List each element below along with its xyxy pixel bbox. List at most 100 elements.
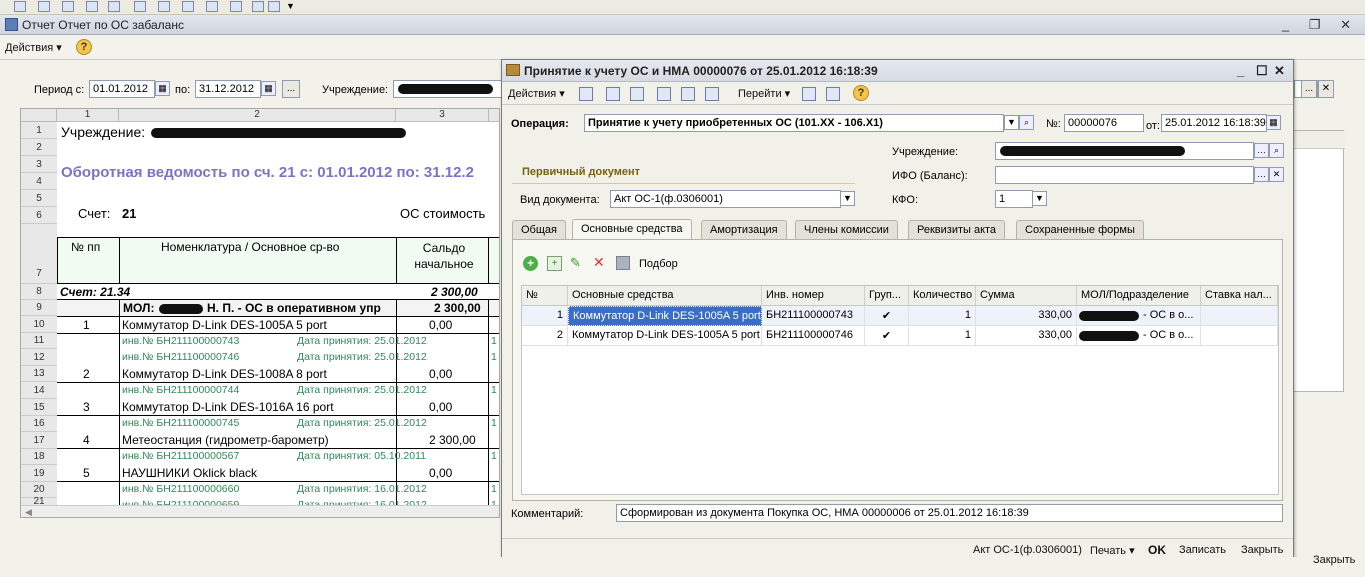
cell-tax-rate[interactable] <box>1201 306 1278 326</box>
cell-inventory-number[interactable]: БН211100000743 <box>762 306 865 326</box>
cell-sum[interactable]: 330,00 <box>976 326 1077 346</box>
calendar-icon[interactable]: ▦ <box>261 81 276 96</box>
delete-icon[interactable]: ✕ <box>593 254 605 271</box>
search-icon[interactable]: ⌕ <box>1019 115 1034 130</box>
ok-button[interactable]: OK <box>1148 543 1166 557</box>
column-header[interactable]: Груп... <box>865 286 909 306</box>
column-header[interactable]: № <box>522 286 568 306</box>
cell-tax-rate[interactable] <box>1201 326 1278 346</box>
copy-row-icon[interactable]: + <box>547 256 562 271</box>
copy-icon[interactable] <box>630 87 644 101</box>
refresh-icon[interactable] <box>606 87 620 101</box>
cell-inventory-number[interactable]: БН211100000746 <box>762 326 865 346</box>
cell-number[interactable]: 1 <box>522 306 568 326</box>
calendar-icon[interactable]: ▦ <box>155 81 170 96</box>
print-menu[interactable]: Печать ▾ <box>1090 544 1135 557</box>
select-icon[interactable]: … <box>1254 143 1269 158</box>
report-close-button[interactable]: Закрыть <box>1313 554 1355 566</box>
cell-sum[interactable]: 330,00 <box>976 306 1077 326</box>
report-spreadsheet[interactable]: 1 2 3 1 2 3 4 5 6 7 8 9 10 11 12 13 14 15 16 17 18 19 20 21 … <box>20 108 500 518</box>
chevron-down-icon[interactable]: ▼ <box>840 191 855 206</box>
print-form-link[interactable]: Акт ОС-1(ф.0306001) <box>973 544 1082 556</box>
cell-number[interactable]: 2 <box>522 326 568 346</box>
chevron-down-icon[interactable]: ▼ <box>1032 191 1047 206</box>
post-icon[interactable] <box>579 87 593 101</box>
close-dialog-button[interactable]: ✕ <box>1274 63 1285 79</box>
cell-asset-name[interactable]: Коммутатор D-Link DES-1005A 5 port <box>568 306 762 326</box>
close-button[interactable]: Закрыть <box>1241 544 1283 556</box>
period-from-field[interactable]: 01.01.2012 <box>89 80 155 98</box>
cell-group-checkbox[interactable]: ✔ <box>865 326 909 346</box>
table-icon[interactable] <box>230 1 242 12</box>
period-select-button[interactable]: ... <box>282 80 300 98</box>
tab-act-details[interactable]: Реквизиты акта <box>908 220 1006 239</box>
save-button[interactable]: Записать <box>1179 544 1226 556</box>
report-icon[interactable] <box>14 1 26 12</box>
institution-select-button[interactable]: ... <box>1301 80 1317 98</box>
tab-depreciation[interactable]: Амортизация <box>701 220 787 239</box>
document-icon[interactable] <box>62 1 74 12</box>
ledger-icon[interactable] <box>681 87 695 101</box>
kfo-field[interactable]: 1 <box>995 190 1033 208</box>
column-header[interactable]: Количество <box>909 286 976 306</box>
dropdown-arrow-icon[interactable]: ▼ <box>286 1 295 11</box>
cell-mol[interactable]: - ОС в о... <box>1077 326 1201 346</box>
chevron-down-icon[interactable]: ▼ <box>1004 115 1019 130</box>
goto-menu[interactable]: Перейти ▾ <box>738 87 790 100</box>
ifo-field[interactable] <box>995 166 1254 184</box>
maximize-button[interactable]: ☐ <box>1256 63 1268 79</box>
window-controls[interactable]: _ ❐ ✕ <box>1282 17 1359 33</box>
horizontal-scrollbar[interactable]: ◀ <box>21 505 499 517</box>
document-icon[interactable] <box>86 1 98 12</box>
institution-field[interactable] <box>393 80 503 98</box>
select-icon[interactable]: … <box>1254 167 1269 182</box>
list-icon[interactable] <box>158 1 170 12</box>
tab-fixed-assets[interactable]: Основные средства <box>572 219 692 240</box>
doc-type-field[interactable]: Акт ОС-1(ф.0306001) <box>610 190 841 208</box>
spelling-icon[interactable] <box>802 87 816 101</box>
help-icon[interactable]: ? <box>76 39 92 55</box>
cell-quantity[interactable]: 1 <box>909 326 976 346</box>
tab-commission[interactable]: Члены комиссии <box>795 220 898 239</box>
dialog-actions-menu[interactable]: Действия ▾ <box>508 87 565 100</box>
cell-asset-name[interactable]: Коммутатор D-Link DES-1005A 5 port <box>568 326 762 346</box>
document-structure-icon[interactable] <box>657 87 671 101</box>
table-icon[interactable] <box>206 1 218 12</box>
institution-field[interactable] <box>995 142 1254 160</box>
scroll-left-icon[interactable]: ◀ <box>25 507 32 517</box>
number-field[interactable]: 00000076 <box>1064 114 1144 132</box>
grid-icon[interactable] <box>108 1 120 12</box>
add-icon[interactable]: + <box>523 256 538 271</box>
cell-mol[interactable]: - ОС в о... <box>1077 306 1201 326</box>
based-on-icon[interactable] <box>705 87 719 101</box>
column-header[interactable]: Ставка нал... <box>1201 286 1278 306</box>
table-icon[interactable] <box>252 1 264 12</box>
calendar-icon[interactable]: ▦ <box>1266 115 1281 130</box>
selection-button[interactable]: Подбор <box>639 258 678 270</box>
edit-icon[interactable]: ✎ <box>570 255 581 271</box>
clear-icon[interactable]: ✕ <box>1269 167 1284 182</box>
report-icon[interactable] <box>38 1 50 12</box>
help-icon[interactable]: ? <box>853 85 869 101</box>
checker-icon[interactable] <box>268 1 280 12</box>
column-header[interactable]: МОЛ/Подразделение <box>1077 286 1201 306</box>
journal-icon[interactable] <box>826 87 840 101</box>
list-icon[interactable] <box>134 1 146 12</box>
fixed-assets-grid[interactable]: № Основные средства Инв. номер Груп... К… <box>521 285 1279 495</box>
list-icon[interactable] <box>182 1 194 12</box>
minimize-button[interactable]: _ <box>1237 63 1244 78</box>
column-header[interactable]: Инв. номер <box>762 286 865 306</box>
institution-clear-icon[interactable]: ✕ <box>1318 80 1334 98</box>
post-icon[interactable] <box>616 256 630 270</box>
cell-group-checkbox[interactable]: ✔ <box>865 306 909 326</box>
operation-field[interactable]: Принятие к учету приобретенных ОС (101.Х… <box>584 114 1004 132</box>
actions-menu[interactable]: Действия ▾ <box>5 41 62 54</box>
column-header[interactable]: Основные средства <box>568 286 762 306</box>
tab-saved-forms[interactable]: Сохраненные формы <box>1016 220 1144 239</box>
date-field[interactable]: 25.01.2012 16:18:39 <box>1161 114 1267 132</box>
cell-quantity[interactable]: 1 <box>909 306 976 326</box>
column-header[interactable]: Сумма <box>976 286 1077 306</box>
tab-general[interactable]: Общая <box>512 220 566 239</box>
comment-field[interactable]: Сформирован из документа Покупка ОС, НМА… <box>616 504 1283 522</box>
period-to-field[interactable]: 31.12.2012 <box>195 80 261 98</box>
